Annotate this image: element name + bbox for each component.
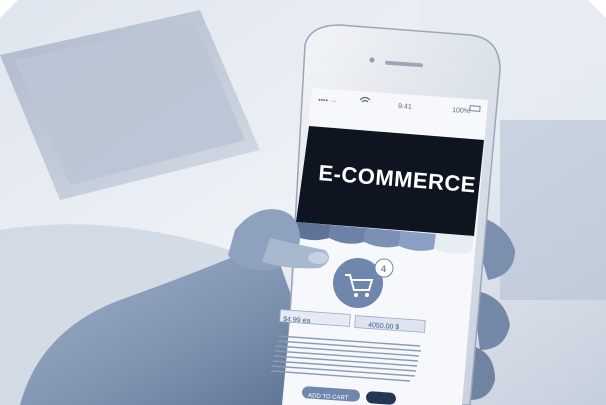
smartphone: •••• ··· 9:41 100% E-COMMERCE 4 $4.99 ea… [270,24,501,405]
status-carrier: •••• ··· [318,97,337,105]
status-time: 9:41 [398,103,412,111]
cart-count: 4 [381,264,386,274]
ecommerce-banner: E-COMMERCE [296,126,484,236]
product-photo: •••• ··· 9:41 100% E-COMMERCE 4 $4.99 ea… [0,0,606,405]
secondary-button[interactable] [366,391,397,405]
status-battery: 100% [452,107,470,115]
photo-illustration: •••• ··· 9:41 100% E-COMMERCE 4 $4.99 ea… [0,0,606,405]
